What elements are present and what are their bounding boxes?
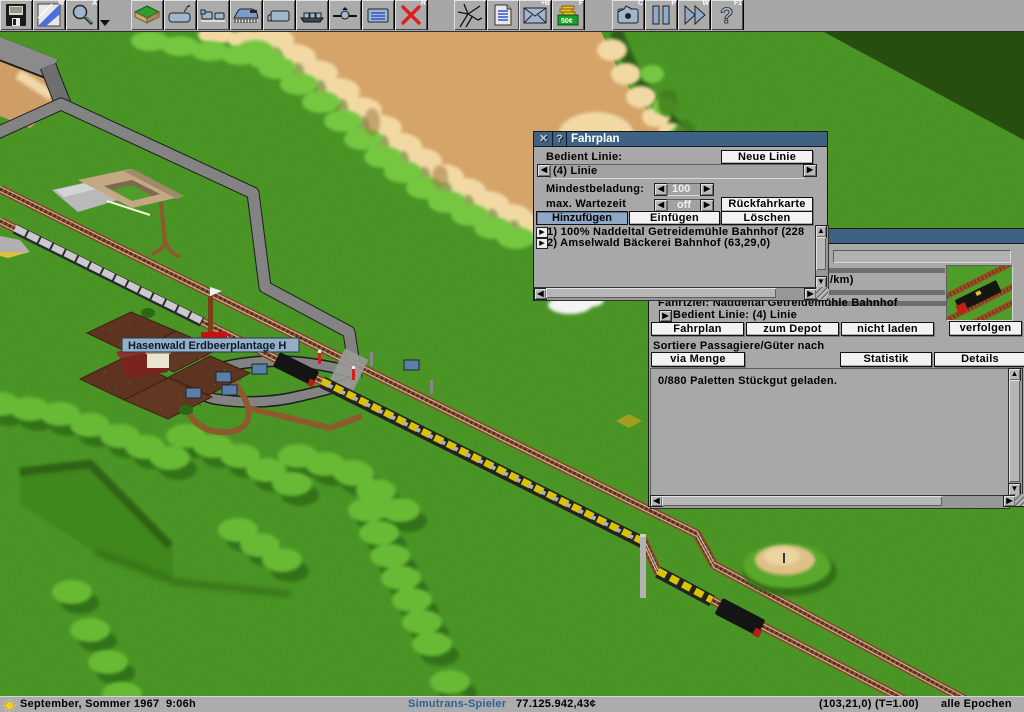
svg-text:?: ? — [720, 3, 733, 28]
svg-text:50¢: 50¢ — [561, 18, 573, 25]
svg-text:Hasenwald Erdbeerplantage H: Hasenwald Erdbeerplantage H — [128, 340, 286, 352]
